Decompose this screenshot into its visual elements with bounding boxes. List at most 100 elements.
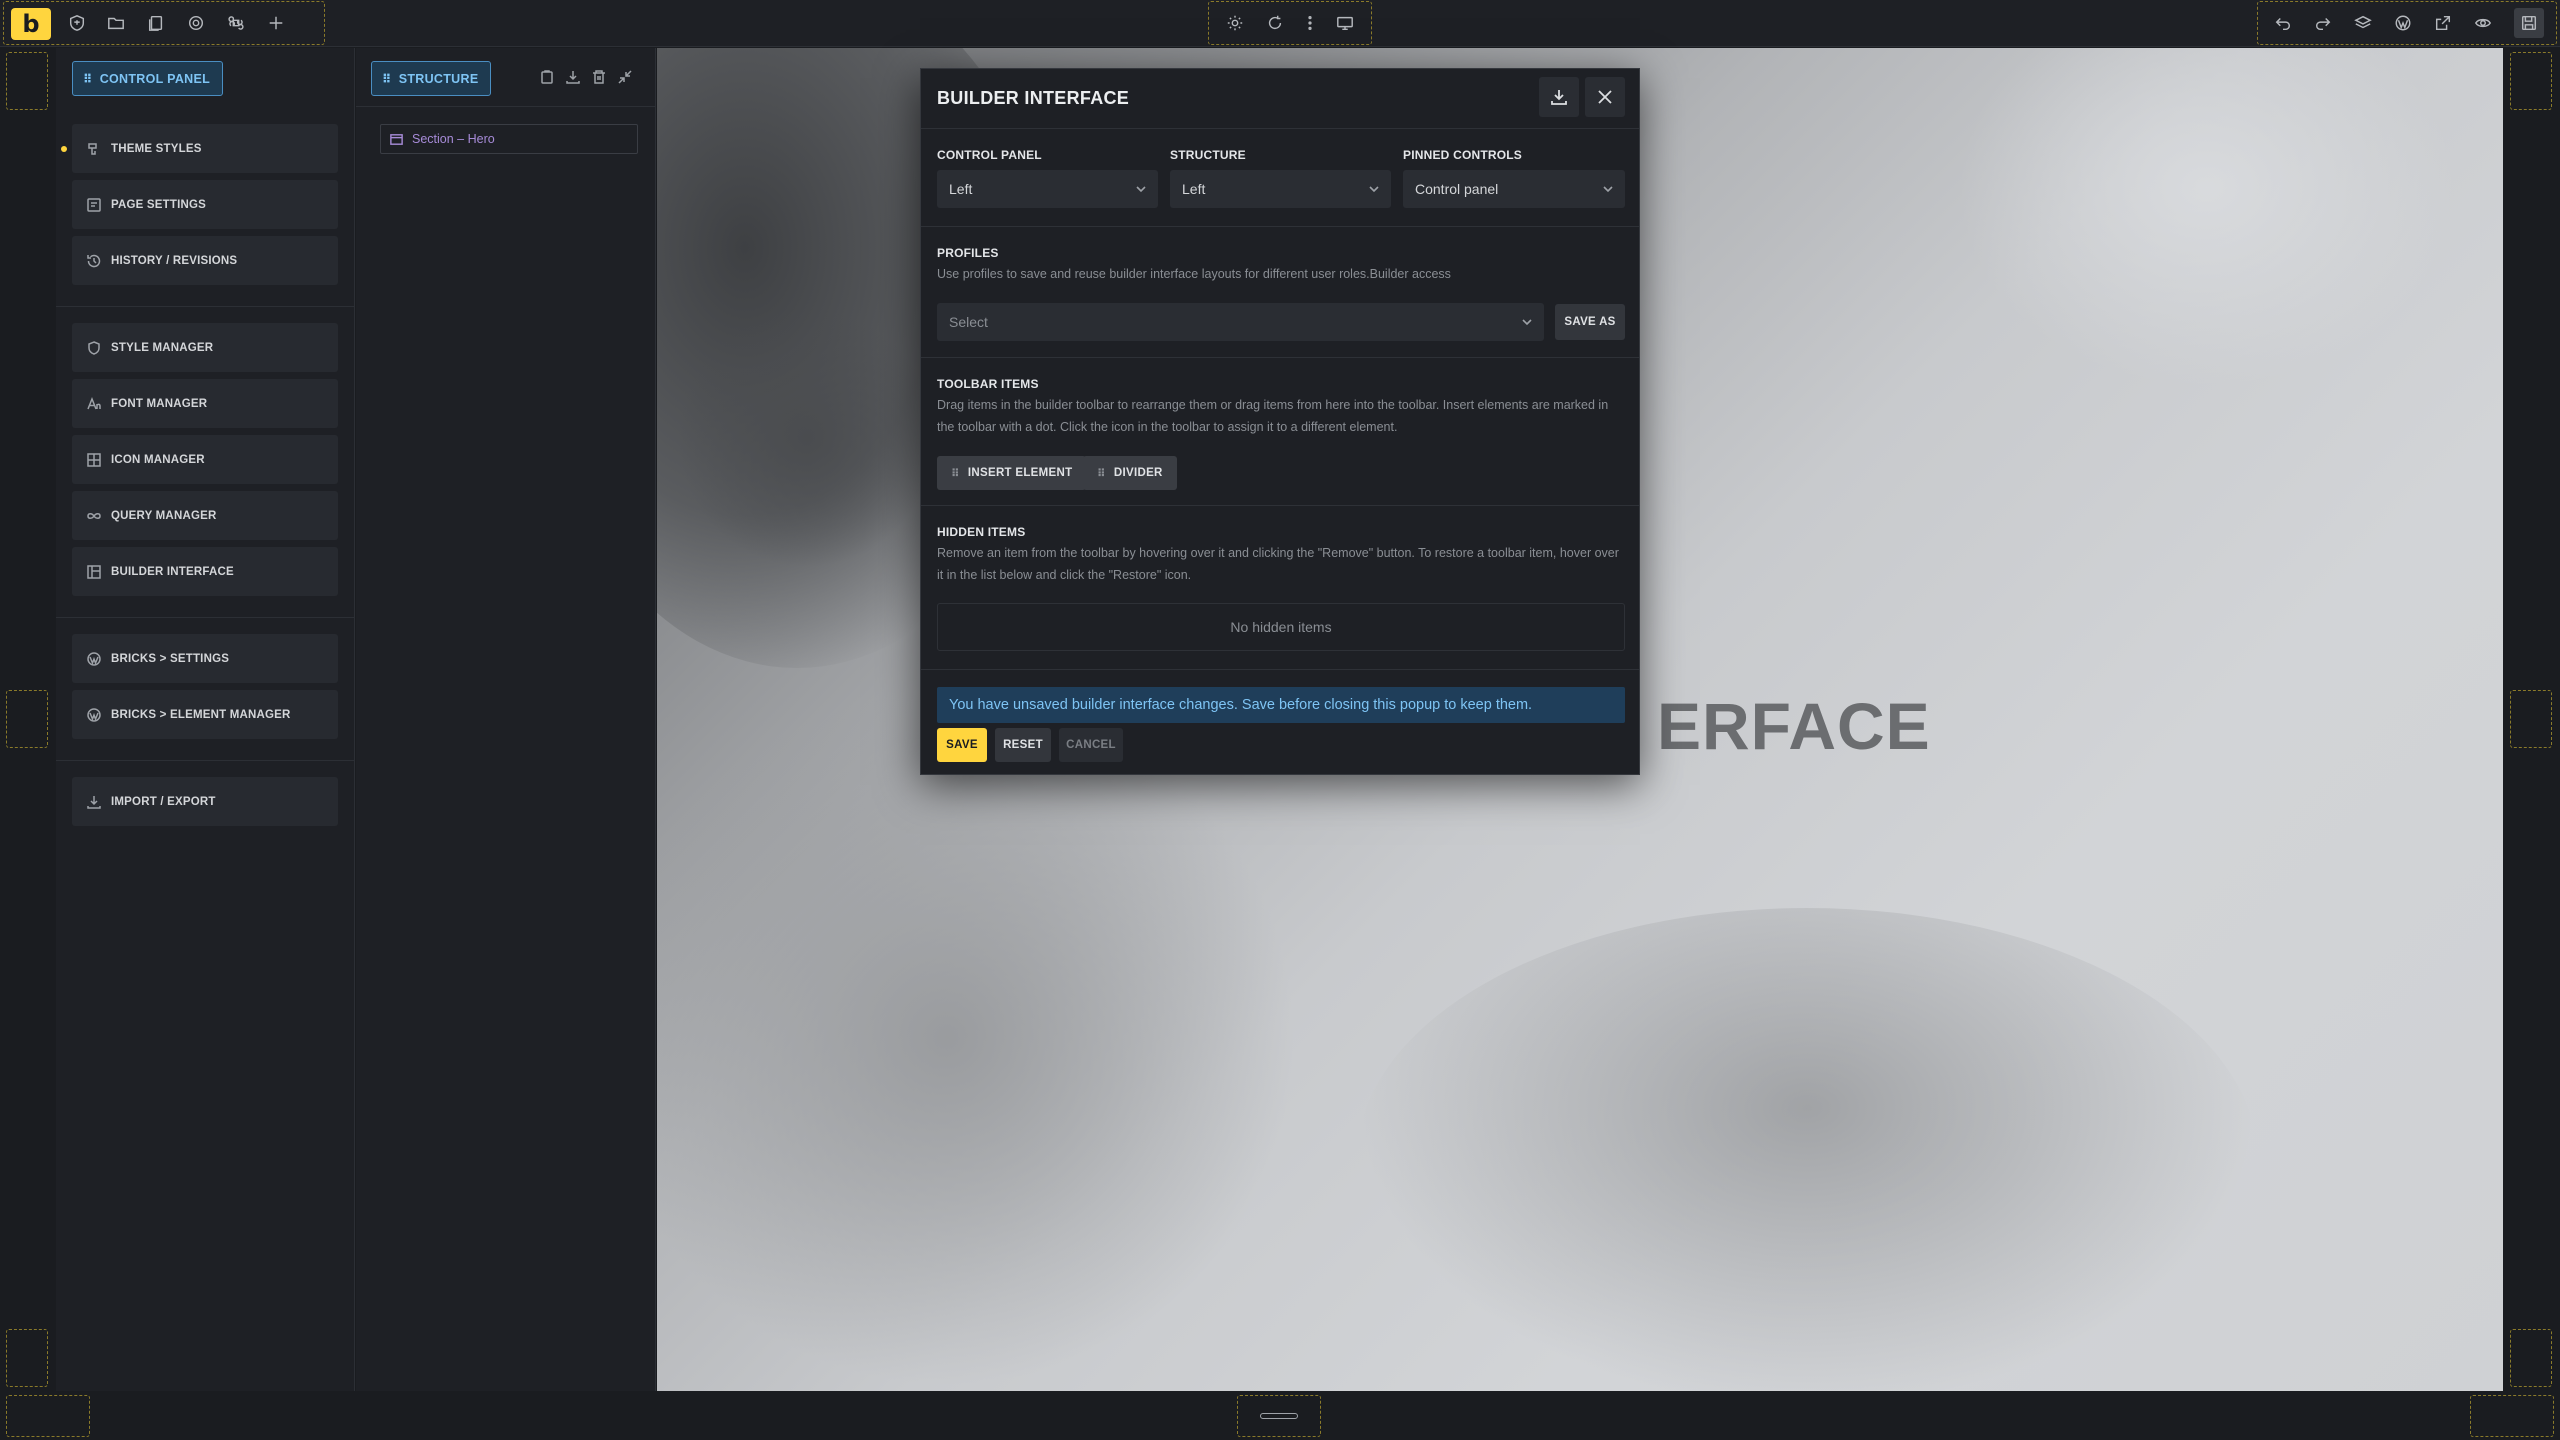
divider — [356, 106, 656, 107]
folder-icon[interactable] — [103, 10, 129, 36]
desktop-icon[interactable] — [1332, 10, 1358, 36]
builder-interface-modal: BUILDER INTERFACE CONTROL PANEL Left STR… — [920, 68, 1640, 775]
canvas-texture — [677, 308, 937, 568]
divider — [921, 505, 1639, 506]
chevron-down-icon — [1601, 182, 1615, 196]
export-button[interactable] — [1539, 77, 1579, 117]
cp-item-icon-manager[interactable]: ICON MANAGER — [72, 435, 338, 484]
cp-item-import-export[interactable]: IMPORT / EXPORT — [72, 777, 338, 826]
cp-item-history[interactable]: HISTORY / REVISIONS — [72, 236, 338, 285]
close-button[interactable] — [1585, 77, 1625, 117]
section-icon — [390, 133, 403, 145]
clipboard-icon[interactable] — [539, 69, 555, 90]
wordpress-icon — [87, 707, 101, 722]
hidden-items-empty: No hidden items — [937, 603, 1625, 651]
cp-item-bricks-settings[interactable]: BRICKS > SETTINGS — [72, 634, 338, 683]
divider — [56, 306, 355, 307]
bricks-logo[interactable]: b — [11, 8, 51, 40]
theme-icon — [88, 142, 97, 155]
cp-item-font-manager[interactable]: FONT MANAGER — [72, 379, 338, 428]
hidden-items-label: HIDDEN ITEMS — [937, 525, 1026, 539]
trash-icon[interactable] — [591, 69, 607, 90]
download-icon — [1551, 90, 1567, 105]
profiles-label: PROFILES — [937, 246, 999, 260]
canvas-texture — [1357, 908, 2257, 1391]
control-panel-select[interactable]: Left — [937, 170, 1158, 208]
hero-heading: ERFACE — [1657, 689, 1931, 763]
more-vertical-icon[interactable] — [1297, 10, 1323, 36]
tab-control-panel[interactable]: ⠿ CONTROL PANEL — [72, 61, 224, 96]
structure-label: STRUCTURE — [1170, 148, 1246, 162]
chevron-down-icon — [1367, 182, 1381, 196]
modal-title: BUILDER INTERFACE — [937, 88, 1130, 108]
unsaved-notice: You have unsaved builder interface chang… — [937, 687, 1625, 723]
bottom-bar — [0, 1392, 2560, 1440]
layers-icon[interactable] — [2350, 10, 2376, 36]
download-icon[interactable] — [565, 69, 581, 90]
structure-node-section-hero[interactable]: Section – Hero — [380, 124, 638, 154]
divider — [56, 760, 355, 761]
hidden-items-description: Remove an item from the toolbar by hover… — [937, 546, 1619, 582]
toolbar-items-description: Drag items in the builder toolbar to rea… — [937, 398, 1609, 434]
page-settings-icon — [87, 197, 101, 212]
divider — [921, 357, 1639, 358]
refresh-icon[interactable] — [1262, 10, 1288, 36]
drop-zone-left-top — [6, 52, 48, 110]
divider — [56, 617, 355, 618]
cancel-button[interactable]: CANCEL — [1059, 728, 1123, 762]
collapse-icon[interactable] — [617, 69, 633, 90]
save-button[interactable]: SAVE — [937, 728, 987, 762]
undo-icon[interactable] — [2270, 10, 2296, 36]
tab-structure[interactable]: ⠿ STRUCTURE — [371, 61, 492, 96]
shield-icon — [88, 340, 100, 355]
infinity-icon — [87, 512, 101, 519]
cp-item-query-manager[interactable]: QUERY MANAGER — [72, 491, 338, 540]
canvas-texture — [1957, 48, 2457, 388]
plus-icon[interactable] — [263, 10, 289, 36]
gear-icon[interactable] — [183, 10, 209, 36]
resize-handle[interactable] — [1260, 1413, 1298, 1419]
history-icon — [87, 254, 101, 267]
pinned-controls-select[interactable]: Control panel — [1403, 170, 1625, 208]
shield-icon[interactable] — [64, 10, 90, 36]
cp-item-builder-interface[interactable]: BUILDER INTERFACE — [72, 547, 338, 596]
drop-zone-bottom-right — [2470, 1395, 2554, 1437]
modal-header: BUILDER INTERFACE — [921, 69, 1639, 129]
grid-icon — [87, 452, 101, 467]
save-icon[interactable] — [2514, 8, 2544, 38]
command-icon[interactable] — [223, 10, 249, 36]
redo-icon[interactable] — [2310, 10, 2336, 36]
cp-item-bricks-element-manager[interactable]: BRICKS > ELEMENT MANAGER — [72, 690, 338, 739]
toolbar-chip-divider[interactable]: ⠿ DIVIDER — [1083, 456, 1177, 490]
drag-handle-icon: ⠿ — [1097, 467, 1106, 480]
close-icon — [1598, 90, 1612, 104]
toolbar-chip-insert-element[interactable]: ⠿ INSERT ELEMENT — [937, 456, 1087, 490]
structure-select[interactable]: Left — [1170, 170, 1391, 208]
drop-zone-right-top — [2510, 52, 2552, 110]
wordpress-icon[interactable] — [2390, 10, 2416, 36]
cp-item-style-manager[interactable]: STYLE MANAGER — [72, 323, 338, 372]
pages-icon[interactable] — [143, 10, 169, 36]
reset-button[interactable]: RESET — [995, 728, 1051, 762]
drop-zone-bottom-left — [6, 1395, 90, 1437]
external-link-icon[interactable] — [2430, 10, 2456, 36]
download-icon — [87, 795, 101, 809]
drag-handle-icon: ⠿ — [951, 467, 960, 480]
profiles-description: Use profiles to save and reuse builder i… — [937, 267, 1451, 281]
toolbar-items-label: TOOLBAR ITEMS — [937, 377, 1039, 391]
sun-icon[interactable] — [1222, 10, 1248, 36]
chevron-down-icon — [1520, 315, 1534, 329]
cp-item-theme-styles[interactable]: THEME STYLES — [72, 124, 338, 173]
drop-zone-right-middle — [2510, 690, 2552, 748]
save-as-button[interactable]: SAVE AS — [1555, 304, 1625, 340]
wordpress-icon — [87, 651, 101, 666]
canvas-texture — [657, 688, 1297, 1388]
chevron-down-icon — [1134, 182, 1148, 196]
layout-icon — [87, 564, 101, 579]
profiles-select[interactable]: Select — [937, 303, 1544, 341]
divider — [921, 669, 1639, 670]
active-dot — [61, 146, 67, 152]
cp-item-page-settings[interactable]: PAGE SETTINGS — [72, 180, 338, 229]
eye-icon[interactable] — [2470, 10, 2496, 36]
top-toolbar: b — [0, 0, 2560, 47]
